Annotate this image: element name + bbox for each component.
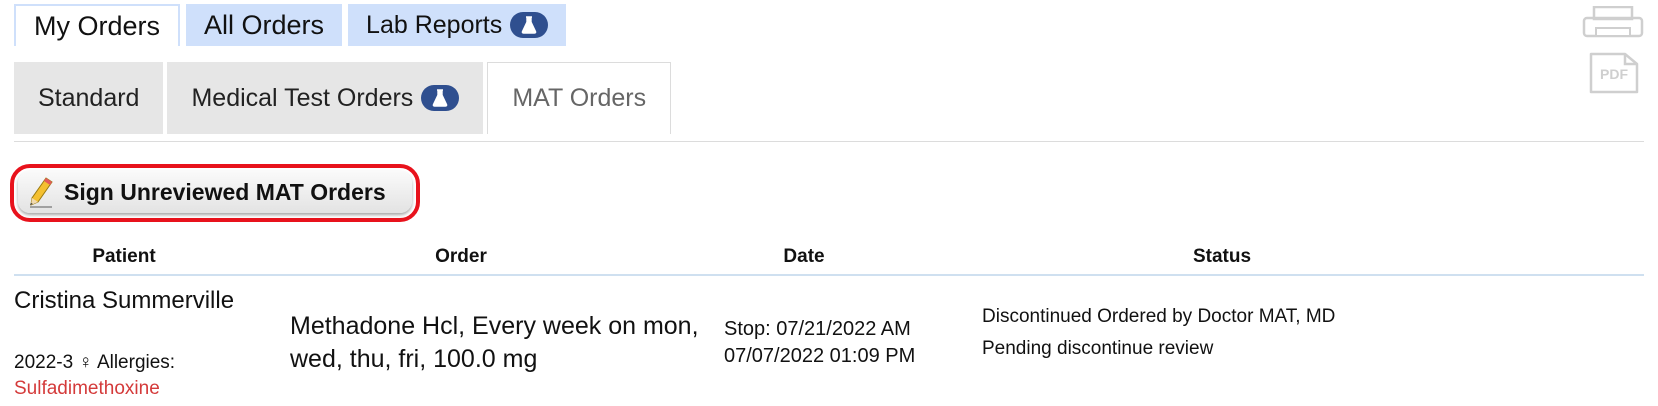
sign-unreviewed-mat-orders-button[interactable]: Sign Unreviewed MAT Orders [18, 171, 412, 213]
tab-my-orders[interactable]: My Orders [14, 4, 181, 46]
order-description: Methadone Hcl, Every week on mon, wed, t… [290, 312, 699, 373]
status-text: Discontinued Ordered by Doctor MAT, MD [982, 306, 1336, 327]
tab-lab-reports[interactable]: Lab Reports [348, 4, 567, 46]
allergy-value: Sulfadimethoxine [14, 378, 160, 399]
allergies-label: Allergies: [96, 352, 176, 373]
sign-button-label: Sign Unreviewed MAT Orders [64, 178, 386, 205]
tab-mat-orders[interactable]: MAT Orders [487, 62, 672, 134]
column-header-status[interactable]: Status [1193, 246, 1251, 268]
flask-icon [510, 12, 549, 38]
tab-standard[interactable]: Standard [14, 62, 164, 134]
order-type-tabs: Standard Medical Test Orders MAT Orders [14, 62, 672, 134]
tab-label: Standard [38, 83, 140, 112]
column-header-date[interactable]: Date [783, 246, 824, 268]
gender-symbol: ♀ [78, 352, 93, 373]
tab-label: Lab Reports [366, 10, 503, 39]
patient-id: 2022-3 [14, 352, 74, 373]
tab-label: My Orders [34, 10, 161, 41]
patient-name[interactable]: Cristina Summerville [14, 284, 254, 317]
tab-medical-test-orders[interactable]: Medical Test Orders [167, 62, 484, 134]
divider [14, 141, 1644, 142]
tab-label: All Orders [204, 9, 325, 40]
patient-details: 2022-3 ♀ Allergies: Sulfadimethoxine [14, 350, 274, 402]
flask-icon [421, 85, 460, 111]
top-tab-bar: My Orders All Orders Lab Reports [14, 4, 567, 46]
pdf-label: PDF [1600, 66, 1628, 82]
pencil-icon [28, 176, 56, 208]
pdf-icon[interactable]: PDF [1588, 52, 1640, 94]
column-header-patient[interactable]: Patient [92, 246, 155, 268]
tab-label: MAT Orders [512, 84, 647, 112]
column-header-order[interactable]: Order [435, 246, 487, 268]
divider [14, 274, 1644, 276]
print-icon[interactable] [1582, 5, 1644, 38]
review-status-text: Pending discontinue review [982, 338, 1214, 359]
tab-label: Medical Test Orders [191, 83, 414, 112]
order-date: Stop: 07/21/2022 AM 07/07/2022 01:09 PM [724, 318, 916, 367]
tab-all-orders[interactable]: All Orders [186, 4, 343, 46]
